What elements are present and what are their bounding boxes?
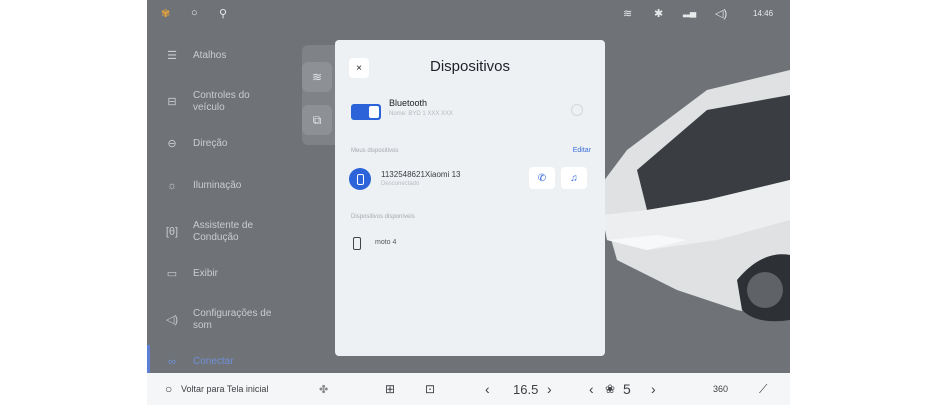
phone-call-icon: ✆ (537, 172, 547, 184)
available-device-name: moto 4 (375, 239, 397, 246)
mirror-tile[interactable]: ⧉ (302, 105, 332, 135)
bottom-bar: ○ Voltar para Tela inicial ✤ ⊞ ⊡ ‹ 16.5 … (147, 373, 790, 405)
sidebar-item-driver-assist[interactable]: [θ] Assistente de Condução (147, 220, 305, 244)
active-indicator (147, 345, 150, 373)
paired-device-row[interactable]: 1132548621Xiaomi 13 Desconectado ✆ ♫ (349, 166, 591, 194)
signal-icon: ▂▄ (683, 7, 697, 17)
circle-icon[interactable]: ○ (191, 7, 198, 19)
edit-button[interactable]: Editar (573, 147, 591, 154)
sidebar-item-sound[interactable]: ◁) Configurações de som (147, 308, 305, 332)
sidebar-item-label: Controles do veículo (193, 90, 250, 113)
display-icon: ▭ (166, 268, 178, 280)
sidebar-item-shortcuts[interactable]: ☰ Atalhos (147, 50, 305, 62)
shortcuts-icon: ☰ (167, 50, 177, 62)
car-controls-icon: ⊟ (167, 96, 177, 108)
clock: 14:46 (753, 9, 774, 18)
sidebar-item-label: Direção (193, 138, 228, 149)
app-logo-icon[interactable]: ✾ (161, 7, 170, 20)
bluetooth-row: Bluetooth Nome: BYD 1 XXX XXX (351, 98, 591, 128)
status-bar: ✾ ○ ⚲ ≋ ✱ ▂▄ ◁) 14:46 (147, 0, 790, 28)
available-device-row[interactable]: moto 4 (353, 236, 593, 256)
sidebar-item-label: Iluminação (193, 180, 242, 191)
link-icon: ∞ (168, 356, 176, 368)
sidebar-item-label: Exibir (193, 268, 219, 279)
phone-icon (353, 237, 361, 250)
phone-icon (349, 168, 371, 190)
fan-increase-icon[interactable]: › (651, 373, 656, 405)
temperature-value: 16.5 (513, 381, 539, 397)
devices-dialog: × Dispositivos Bluetooth Nome: BYD 1 XXX… (335, 40, 605, 356)
sidebar-item-label: Conectar (193, 356, 234, 367)
available-devices-header: Dispositivos disponíveis (351, 214, 415, 220)
paired-device-name: 1132548621Xiaomi 13 (381, 170, 461, 179)
sidebar-item-steering[interactable]: ⊖ Direção (147, 138, 305, 150)
toggle-knob (369, 106, 379, 118)
wifi-icon: ≋ (623, 8, 633, 20)
fan-level: 5 (623, 381, 631, 397)
temp-increase-icon[interactable]: › (547, 373, 552, 405)
settings-sidebar: ☰ Atalhos ⊟ Controles do veículo ⊖ Direç… (147, 28, 305, 373)
sidebar-item-vehicle-controls[interactable]: ⊟ Controles do veículo (147, 90, 305, 114)
location-pin-icon[interactable]: ⚲ (219, 7, 227, 20)
dialog-title: Dispositivos (429, 58, 511, 75)
vehicle-illustration (597, 70, 790, 322)
sidebar-item-connect[interactable]: ∞ Conectar (147, 356, 305, 368)
bluetooth-subtitle: Nome: BYD 1 XXX XXX (389, 111, 454, 117)
screen-mirror-icon: ⧉ (312, 112, 322, 127)
sound-icon: ◁) (165, 314, 179, 326)
climate-fan-icon[interactable]: ✤ (319, 373, 328, 405)
home-button[interactable]: Voltar para Tela inicial (181, 373, 268, 405)
loading-spinner-icon (571, 104, 583, 116)
bluetooth-label: Bluetooth (389, 98, 428, 108)
fan-decrease-icon[interactable]: ‹ (589, 373, 594, 405)
light-icon: ☼ (166, 180, 178, 192)
apps-grid-icon[interactable]: ⊞ (385, 373, 395, 405)
fan-icon: ❀ (605, 382, 616, 396)
call-button[interactable]: ✆ (529, 167, 555, 189)
wifi-tile[interactable]: ≋ (302, 62, 332, 92)
home-circle-icon[interactable]: ○ (165, 373, 172, 405)
sidebar-item-label: Atalhos (193, 50, 227, 61)
bluetooth-icon: ✱ (654, 8, 664, 20)
infotainment-screen: ✾ ○ ⚲ ≋ ✱ ▂▄ ◁) 14:46 ☰ Atalhos ⊟ Contro… (147, 0, 790, 405)
driving-mode-icon[interactable]: ⟋ (759, 373, 767, 405)
driver-assist-icon: [θ] (165, 226, 179, 238)
sidebar-item-lighting[interactable]: ☼ Iluminação (147, 180, 305, 192)
my-devices-header: Meus dispositivos (351, 148, 399, 154)
steering-icon: ⊖ (167, 138, 177, 150)
sidebar-item-label: Configurações de som (193, 308, 272, 331)
sidebar-item-label: Assistente de Condução (193, 220, 254, 243)
sidebar-item-display[interactable]: ▭ Exibir (147, 268, 305, 280)
paired-device-status: Desconectado (381, 181, 420, 187)
music-note-icon: ♫ (570, 172, 578, 184)
camera-360-button[interactable]: 360 (713, 373, 728, 405)
wifi-icon: ≋ (311, 70, 323, 84)
car-seat-icon[interactable]: ⊡ (425, 373, 435, 405)
volume-icon: ◁) (715, 8, 728, 20)
temp-decrease-icon[interactable]: ‹ (485, 373, 490, 405)
music-button[interactable]: ♫ (561, 167, 587, 189)
bluetooth-toggle[interactable] (351, 104, 381, 120)
